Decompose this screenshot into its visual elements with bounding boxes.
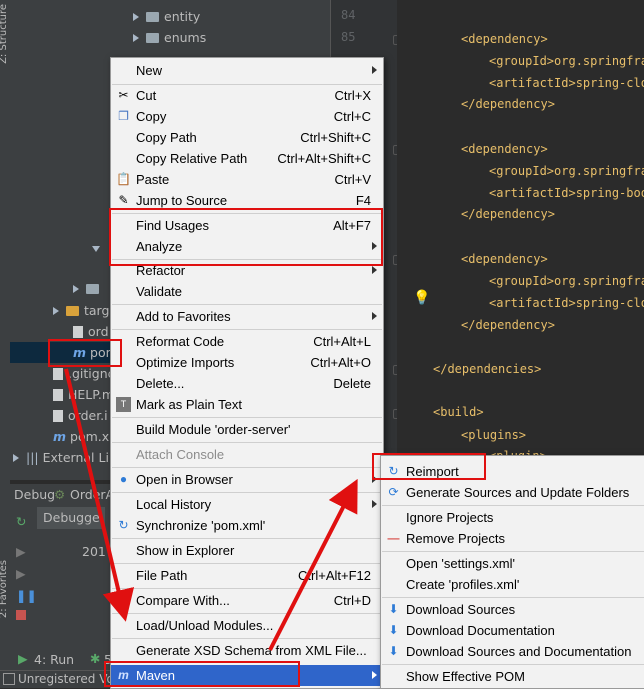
arrow-pom-to-maven	[64, 368, 135, 622]
arrow-maven-to-reimport	[268, 478, 358, 651]
annotation-arrows	[64, 368, 358, 651]
